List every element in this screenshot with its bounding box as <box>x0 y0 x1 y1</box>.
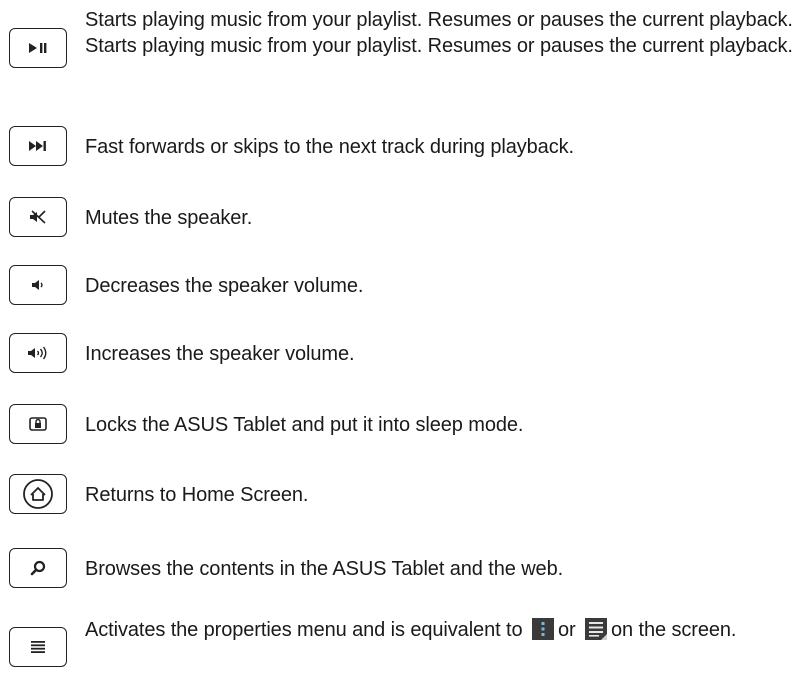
lock-description: Locks the ASUS Tablet and put it into sl… <box>85 414 524 436</box>
search-key[interactable] <box>9 548 67 588</box>
play-pause-description: Starts playing music from your playlist.… <box>85 9 793 57</box>
mute-key[interactable] <box>9 197 67 237</box>
volume-up-description: Increases the speaker volume. <box>85 343 355 365</box>
skip-forward-icon <box>29 141 46 151</box>
search-icon <box>30 560 46 576</box>
menu-icon <box>31 641 45 653</box>
play-pause-key[interactable] <box>9 28 67 68</box>
volume-down-icon <box>32 280 43 290</box>
skip-forward-key[interactable] <box>9 126 67 166</box>
list-menu-icon <box>585 618 608 640</box>
mute-icon <box>30 210 46 224</box>
lock-key[interactable] <box>9 404 67 444</box>
mute-description: Mutes the speaker. <box>85 207 253 229</box>
overflow-menu-icon <box>531 618 554 640</box>
menu-description-or: or <box>557 619 576 641</box>
home-icon <box>23 479 53 509</box>
search-description: Browses the contents in the ASUS Tablet … <box>85 558 564 580</box>
menu-description-before: Activates the properties menu and is equ… <box>85 619 523 641</box>
lock-icon <box>29 417 47 431</box>
volume-up-icon <box>28 346 47 360</box>
menu-description: Activates the properties menu and is equ… <box>85 617 800 643</box>
menu-key[interactable] <box>9 627 67 667</box>
volume-up-key[interactable] <box>9 333 67 373</box>
play-pause-icon <box>29 43 47 53</box>
skip-forward-description: Fast forwards or skips to the next track… <box>85 136 574 158</box>
menu-description-after: on the screen. <box>611 619 737 641</box>
home-description: Returns to Home Screen. <box>85 484 309 506</box>
volume-down-key[interactable] <box>9 265 67 305</box>
home-key[interactable] <box>9 474 67 514</box>
volume-down-description: Decreases the speaker volume. <box>85 275 364 297</box>
